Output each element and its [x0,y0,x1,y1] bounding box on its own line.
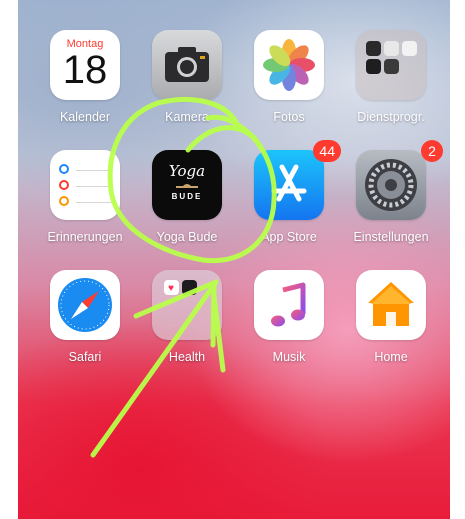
app-label: Musik [272,350,306,364]
app-label: Fotos [273,110,305,124]
yoga-bude-icon: Yoga BUDE [152,150,222,220]
app-safari[interactable]: Safari [35,270,135,382]
app-einstellungen[interactable]: 2 Einstellungen [341,140,443,262]
music-icon [254,270,324,340]
app-label: Home [374,350,408,364]
calendar-icon: Montag 18 [50,30,120,100]
app-yoga-bude[interactable]: Yoga BUDE Yoga Bude [137,150,237,262]
app-app-store[interactable]: 44 App Store [239,140,341,262]
app-kalender[interactable]: Montag 18 Kalender [35,30,135,142]
app-kamera[interactable]: Kamera [137,30,237,142]
notification-badge: 2 [421,140,443,162]
app-erinnerungen[interactable]: Erinnerungen [35,150,135,262]
notification-badge: 44 [313,140,341,162]
app-label: Health [168,350,206,364]
app-label: Safari [68,350,102,364]
app-label: Yoga Bude [156,230,218,244]
utilities-folder-icon [356,30,426,100]
app-fotos[interactable]: Fotos [239,30,339,142]
health-icon: ♥ [152,270,222,340]
app-label: Einstellungen [353,230,429,244]
app-health[interactable]: ♥ Health [137,270,237,382]
app-label: Kamera [165,110,209,124]
settings-icon [356,150,426,220]
app-musik[interactable]: Musik [239,270,339,382]
app-dienstprogramme[interactable]: Dienstprogr. [341,30,441,142]
safari-icon [50,270,120,340]
reminders-icon [50,150,120,220]
app-label: Kalender [59,110,111,124]
calendar-day: 18 [62,48,108,92]
app-label: App Store [261,230,317,244]
camera-icon [152,30,222,100]
photos-icon [254,30,324,100]
home-screen: Montag 18 Kalender Kamera Fotos Dienstpr… [18,0,450,519]
app-store-icon [254,150,324,220]
home-icon [356,270,426,340]
app-label: Dienstprogr. [357,110,425,124]
app-home[interactable]: Home [341,270,441,382]
app-label: Erinnerungen [47,230,123,244]
